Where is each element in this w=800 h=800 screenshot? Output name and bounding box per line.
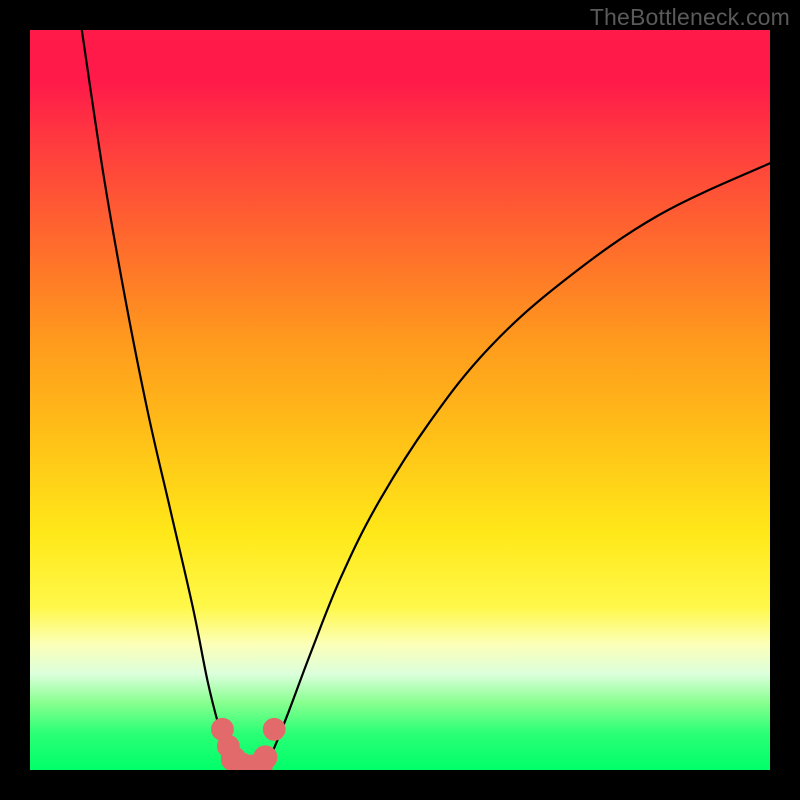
curves-svg <box>30 30 770 770</box>
plot-area <box>30 30 770 770</box>
right-curve <box>263 163 770 770</box>
chart-frame: TheBottleneck.com <box>0 0 800 800</box>
optimum-markers <box>211 718 285 770</box>
optimum-marker <box>254 746 277 769</box>
left-curve <box>82 30 237 770</box>
watermark-text: TheBottleneck.com <box>590 4 790 31</box>
optimum-marker <box>263 718 285 740</box>
